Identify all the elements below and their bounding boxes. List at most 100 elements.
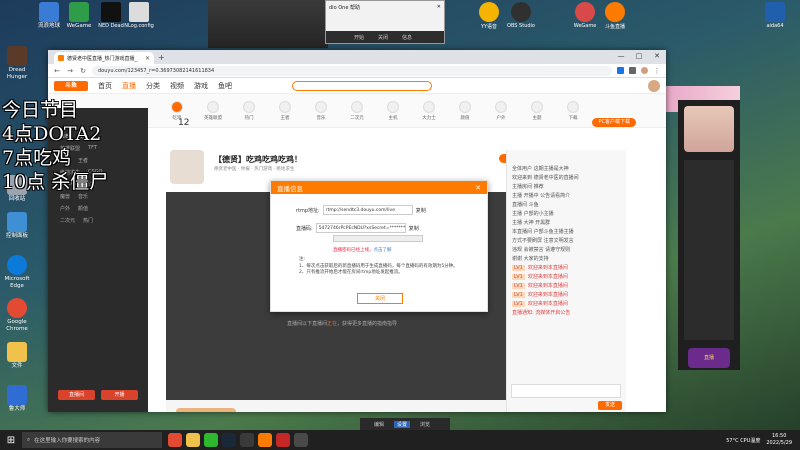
nav-category[interactable]: 分类 xyxy=(146,81,160,91)
new-tab-button[interactable]: + xyxy=(158,52,165,64)
app-taskbar-icon[interactable] xyxy=(294,433,308,447)
chat-message: 主播 大神 开黑群 xyxy=(512,220,551,226)
explorer-taskbar-icon[interactable] xyxy=(186,433,200,447)
category-item[interactable]: 音乐 xyxy=(310,100,332,121)
nav-live[interactable]: 直播 xyxy=(122,81,136,91)
category-item[interactable]: 户外 xyxy=(490,100,512,121)
nav-home[interactable]: 首页 xyxy=(98,81,112,91)
desktop-icon-files[interactable]: 文件 xyxy=(2,342,32,370)
steam-taskbar-icon[interactable] xyxy=(222,433,236,447)
close-tab-icon[interactable]: ✕ xyxy=(145,55,150,62)
close-icon[interactable]: ✕ xyxy=(475,184,481,192)
desktop-icon-douyu[interactable]: 斗鱼直播 xyxy=(600,2,630,30)
category-item[interactable]: 二次元 xyxy=(346,100,368,121)
desktop-icon-dread-hunger[interactable]: Dread Hunger xyxy=(2,46,32,81)
wechat-taskbar-icon[interactable] xyxy=(204,433,218,447)
live-room-button[interactable]: 直播间 xyxy=(58,390,95,400)
nav-yuba[interactable]: 鱼吧 xyxy=(218,81,232,91)
side-preview-window[interactable]: 直播 xyxy=(678,100,740,370)
obs-browse-button[interactable]: 浏览 xyxy=(420,421,430,428)
obs-taskbar-icon[interactable] xyxy=(240,433,254,447)
chat-app-window[interactable] xyxy=(208,0,328,48)
category-item[interactable]: 大力士 xyxy=(418,100,440,121)
browser-tab[interactable]: 德贤老中医直播_热门游戏直播_ ✕ xyxy=(54,52,154,64)
learn-more-link[interactable]: 点击了解 xyxy=(374,248,392,253)
search-icon: ⌕ xyxy=(27,436,31,443)
category-item[interactable]: 主题 xyxy=(526,100,548,121)
star-icon[interactable] xyxy=(629,67,636,74)
sidebar-item[interactable]: 二次元 热门 xyxy=(48,214,148,226)
copy-rtmp-button[interactable]: 复制 xyxy=(416,207,426,214)
forward-icon[interactable]: → xyxy=(66,67,74,75)
desktop-icon-red-dead[interactable]: NED Dead xyxy=(96,2,126,29)
webcam-preview xyxy=(684,106,734,152)
stream-info-dialog: 直播信息 ✕ rtmp地址: rtmp://sendtc3.douyu.com/… xyxy=(270,180,488,312)
desktop-icon-wegame[interactable]: WeGame xyxy=(64,2,94,30)
start-stream-button[interactable]: 开播 xyxy=(101,390,138,400)
mini-tab[interactable]: 开始 xyxy=(354,34,364,41)
address-bar[interactable]: douyu.com/123457_r=0.36973082141611834 xyxy=(92,65,612,76)
category-item[interactable]: 王者 xyxy=(274,100,296,121)
stream-key-input[interactable]: 5472746rPcPEcNDU?xsSecret=************* xyxy=(315,223,406,233)
app-icon xyxy=(7,385,27,405)
desktop-icon-edge[interactable]: Microsoft Edge xyxy=(2,255,32,290)
points-badge[interactable] xyxy=(176,408,236,412)
desktop-icon-wandering-earth[interactable]: 流浪地球 xyxy=(34,2,64,30)
desktop-icon-wegame-top[interactable]: WeGame xyxy=(570,2,600,29)
user-avatar[interactable] xyxy=(648,79,660,92)
category-item[interactable]: 颜值 xyxy=(454,100,476,121)
taskbar-search[interactable]: ⌕ 在这里输入你要搜索的内容 xyxy=(22,432,162,448)
maximize-button[interactable]: □ xyxy=(630,50,648,62)
back-icon[interactable]: ← xyxy=(53,67,61,75)
mini-tab[interactable]: 信息 xyxy=(402,34,412,41)
browser-window[interactable]: 德贤老中医直播_热门游戏直播_ ✕ + — □ ✕ ← → ↻ douyu.co… xyxy=(48,50,666,412)
desktop-icon-ludashi[interactable]: 鲁大师 xyxy=(2,385,32,413)
chat-input[interactable] xyxy=(511,384,621,398)
desktop-icon-obs[interactable]: OBS Studio xyxy=(506,2,536,29)
desktop-icon-chrome[interactable]: Google Chrome xyxy=(2,298,32,333)
obs-edit-button[interactable]: 编辑 xyxy=(374,421,384,428)
file-icon xyxy=(129,2,149,22)
player-message: 直播间以下直播间正在，获得更多直播的指南指导 xyxy=(286,321,398,327)
app-taskbar-icon[interactable] xyxy=(276,433,290,447)
clock[interactable]: 16:50 2022/5/29 xyxy=(766,433,792,447)
extension-icon[interactable] xyxy=(617,67,624,74)
close-window-button[interactable]: ✕ xyxy=(648,50,666,62)
desktop-icon-yy[interactable]: YY语音 xyxy=(474,2,504,30)
nav-games[interactable]: 游戏 xyxy=(194,81,208,91)
key-scrollbar[interactable] xyxy=(333,235,423,242)
desktop-icon-aida64[interactable]: aida64 xyxy=(760,2,790,29)
player-message-link[interactable]: 正在 xyxy=(327,321,337,327)
menu-icon[interactable]: ⋮ xyxy=(653,67,661,75)
douyu-logo[interactable]: 斗鱼 xyxy=(54,80,88,91)
desktop-icon-control-panel[interactable]: 控制面板 xyxy=(2,212,32,240)
send-button[interactable]: 发送 xyxy=(598,401,622,410)
taskbar: ⊞ ⌕ 在这里输入你要搜索的内容 57°C CPU温度 16:50 2022/5… xyxy=(0,430,800,450)
nav-video[interactable]: 视频 xyxy=(170,81,184,91)
pc-client-download-button[interactable]: PC客户端下载 xyxy=(592,118,636,127)
sidebar-item[interactable]: 户外 颜值 xyxy=(48,202,148,214)
obs-settings-button[interactable]: 设置 xyxy=(394,420,411,428)
mini-window[interactable]: dio One 帮助 ✕ 开始 关闭 信息 xyxy=(325,0,445,44)
desktop-icon-nlog[interactable]: NLog.config xyxy=(124,2,154,29)
close-icon[interactable]: ✕ xyxy=(437,4,441,10)
category-item[interactable]: 热门 xyxy=(238,100,260,121)
profile-avatar[interactable] xyxy=(641,67,648,74)
close-dialog-button[interactable]: 关闭 xyxy=(357,293,403,304)
control-panel-icon xyxy=(7,212,27,232)
mini-tab[interactable]: 关闭 xyxy=(378,34,388,41)
copy-key-button[interactable]: 复制 xyxy=(409,225,419,232)
reload-icon[interactable]: ↻ xyxy=(79,67,87,75)
streamer-avatar[interactable] xyxy=(170,150,204,184)
windows-start-icon[interactable]: ⊞ xyxy=(0,435,22,446)
rtmp-address-input[interactable]: rtmp://sendtc3.douyu.com/live xyxy=(322,205,413,215)
category-item[interactable]: 主机 xyxy=(382,100,404,121)
overlay-line: 10点 杀僵尸 xyxy=(2,171,109,193)
minimize-button[interactable]: — xyxy=(612,50,630,62)
chat-message: LV1 欢迎来到本直播间 xyxy=(512,282,568,289)
category-item[interactable]: 英雄联盟 xyxy=(202,100,224,121)
douyu-taskbar-icon[interactable] xyxy=(258,433,272,447)
chrome-taskbar-icon[interactable] xyxy=(168,433,182,447)
category-item[interactable]: 下载 xyxy=(562,100,584,121)
search-input[interactable] xyxy=(292,80,432,91)
